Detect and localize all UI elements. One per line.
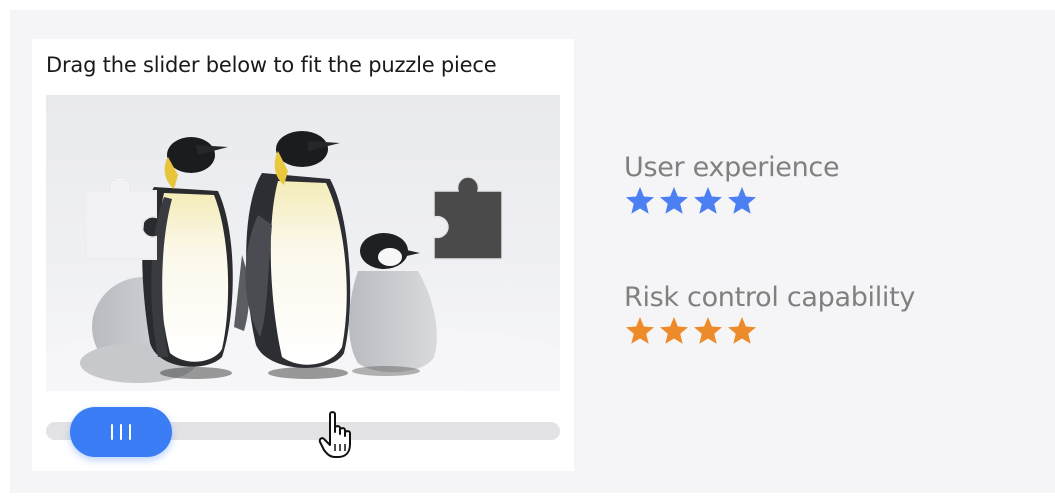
captcha-card: Drag the slider below to fit the puzzle … [32,39,574,471]
penguin-scene [46,95,560,391]
hand-pointer-icon [318,411,351,458]
star-icon [660,317,688,344]
star-icon [626,187,654,214]
rating-label: Risk control capability [624,282,916,313]
captcha-showcase: Drag the slider below to fit the puzzle … [10,10,1055,493]
star-icon [728,187,756,214]
rating-user-experience: User experience [624,152,840,217]
star-icon [626,317,654,344]
rating-risk-control: Risk control capability [624,282,915,347]
captcha-instruction: Drag the slider below to fit the puzzle … [46,53,497,77]
star-rating [624,315,915,347]
star-rating [624,185,839,217]
star-icon [660,187,688,214]
star-icon [694,187,722,214]
rating-label: User experience [624,152,840,183]
star-icon [694,317,722,344]
star-icon [728,317,756,344]
grip-lines-icon [111,424,131,440]
captcha-image [46,95,560,391]
slider-handle[interactable] [70,407,172,457]
